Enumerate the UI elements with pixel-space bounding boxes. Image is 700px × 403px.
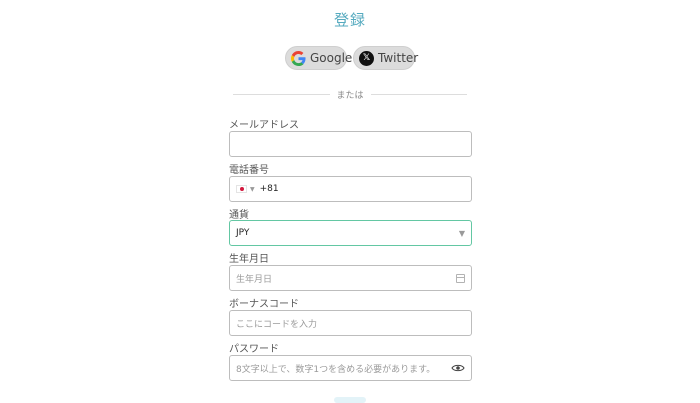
japan-flag-icon[interactable] [236,185,247,193]
birthdate-label: 生年月日 [229,254,269,265]
or-divider: または [233,87,468,101]
social-login-row: Google 𝕏 Twitter [0,46,700,70]
password-field[interactable]: 8文字以上で、数字1つを含める必要があります。 [229,355,472,381]
page-title: 登録 [333,11,366,29]
divider-text: または [336,90,364,101]
phone-label: 電話番号 [229,165,269,176]
chevron-down-icon: ▼ [458,228,465,238]
submit-button-partial[interactable] [334,397,366,403]
twitter-login-label: Twitter [378,51,419,65]
google-login-label: Google [310,51,353,65]
x-logo-icon: 𝕏 [359,50,374,66]
birthdate-field[interactable]: 生年月日 [229,265,472,291]
currency-label: 通貨 [229,210,249,221]
divider-line-right [370,93,468,95]
country-chevron-down-icon[interactable]: ▼ [250,186,255,193]
bonus-code-placeholder: ここにコードを入力 [236,319,318,330]
password-label: パスワード [229,344,279,355]
currency-value: JPY [236,228,250,238]
bonus-code-label: ボーナスコード [229,299,299,310]
calendar-icon[interactable] [456,273,465,283]
phone-country-code: +81 [259,184,279,194]
password-placeholder: 8文字以上で、数字1つを含める必要があります。 [236,364,436,375]
eye-icon[interactable] [451,363,465,373]
twitter-login-button[interactable]: 𝕏 Twitter [353,46,419,70]
currency-select[interactable]: JPY ▼ [229,220,472,246]
google-icon [291,50,306,66]
email-label: メールアドレス [229,120,299,131]
phone-field[interactable]: ▼ +81 [229,176,472,202]
bonus-code-field[interactable]: ここにコードを入力 [229,310,472,336]
divider-line-left [233,93,330,95]
google-login-button[interactable]: Google [285,46,352,70]
birthdate-placeholder: 生年月日 [236,274,273,285]
email-field[interactable] [229,131,472,157]
